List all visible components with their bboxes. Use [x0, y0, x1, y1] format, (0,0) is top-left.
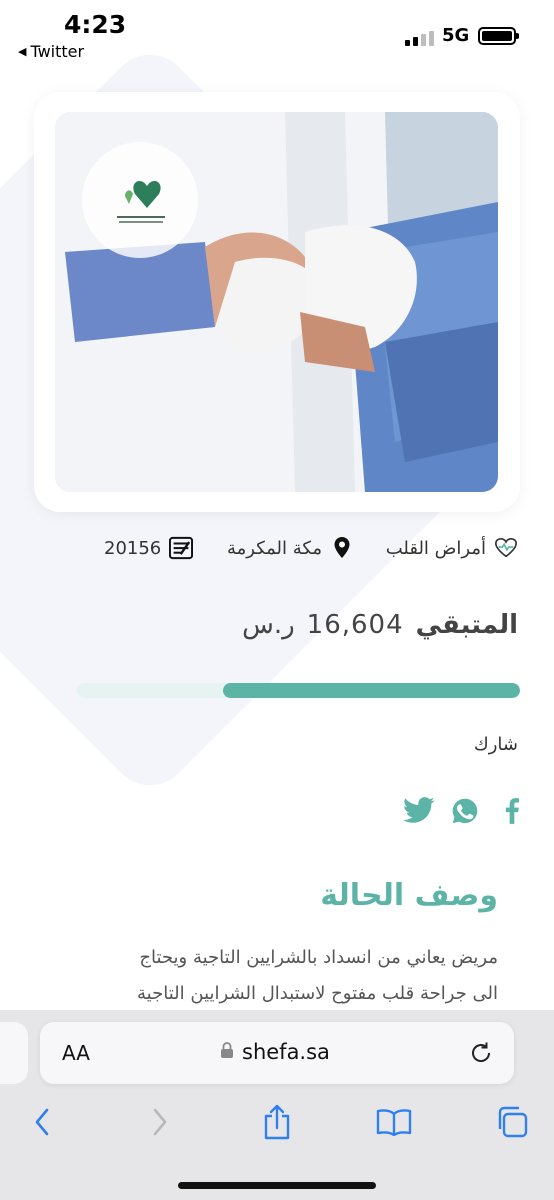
- currency-label: ر.س: [242, 610, 295, 640]
- forward-button[interactable]: [138, 1100, 182, 1144]
- case-description-title: وصف الحالة: [320, 878, 498, 913]
- address-bar[interactable]: AA shefa.sa: [40, 1022, 514, 1084]
- caregiver-holding-hand-illustration: [55, 112, 498, 492]
- lock-icon: [220, 1040, 234, 1064]
- city-label: مكة المكرمة: [226, 537, 322, 559]
- text-size-label: AA: [62, 1041, 90, 1065]
- case-id-label: 20156: [104, 537, 162, 559]
- share-icon: [264, 1104, 290, 1140]
- case-image-card: [34, 92, 520, 512]
- previous-tab-preview[interactable]: [0, 1022, 28, 1084]
- tabs-button[interactable]: [490, 1100, 534, 1144]
- case-city: مكة المكرمة: [227, 536, 354, 560]
- home-indicator: [178, 1182, 376, 1189]
- id-card-icon: [169, 536, 194, 560]
- facebook-icon[interactable]: [502, 794, 522, 828]
- share-button[interactable]: [255, 1100, 299, 1144]
- signal-strength-icon: [405, 30, 434, 46]
- category-label: أمراض القلب: [385, 537, 486, 559]
- status-time: 4:23: [64, 10, 127, 39]
- donation-progress-bar: [77, 683, 520, 698]
- network-type: 5G: [442, 25, 470, 46]
- remaining-amount: المتبقي 16,604 ر.س: [242, 610, 518, 640]
- twitter-icon[interactable]: [400, 794, 438, 828]
- text-size-button[interactable]: AA: [62, 1041, 90, 1065]
- back-app-label: Twitter: [30, 42, 85, 61]
- location-pin-icon: [330, 536, 354, 560]
- chevron-left-icon: [35, 1108, 49, 1136]
- back-button[interactable]: [20, 1100, 64, 1144]
- case-photo: [55, 112, 498, 492]
- share-label: شارك: [473, 734, 518, 755]
- case-description-line-1: مريض يعاني من انسداد بالشرايين التاجية و…: [139, 947, 498, 968]
- remaining-value: 16,604: [306, 610, 404, 640]
- donation-progress-fill: [223, 683, 520, 698]
- remaining-label: المتبقي: [415, 610, 518, 640]
- bookmarks-button[interactable]: [372, 1100, 416, 1144]
- battery-icon: [478, 27, 519, 45]
- back-triangle-icon: ◀: [18, 45, 27, 58]
- chevron-right-icon: [153, 1108, 167, 1136]
- browser-toolbar: [0, 1100, 554, 1144]
- url-display[interactable]: shefa.sa: [220, 1040, 330, 1064]
- back-to-app-link[interactable]: ◀ Twitter: [18, 42, 84, 61]
- status-bar: 4:23 ◀ Twitter 5G: [0, 0, 554, 72]
- whatsapp-icon[interactable]: [450, 794, 480, 828]
- book-icon: [376, 1109, 412, 1136]
- share-icons: [400, 794, 526, 828]
- case-meta-row: أمراض القلب مكة المكرمة 20156: [0, 536, 554, 572]
- case-category: أمراض القلب: [386, 536, 518, 560]
- heart-pulse-icon: [494, 536, 518, 560]
- reload-icon[interactable]: [468, 1040, 494, 1066]
- url-label: shefa.sa: [242, 1040, 330, 1064]
- case-description-text: مريض يعاني من انسداد بالشرايين التاجية و…: [58, 940, 498, 1012]
- case-description-line-2: الى جراحة قلب مفتوح لاستبدال الشرايين ال…: [137, 983, 498, 1004]
- tabs-icon: [498, 1106, 528, 1138]
- case-id: 20156: [104, 536, 194, 560]
